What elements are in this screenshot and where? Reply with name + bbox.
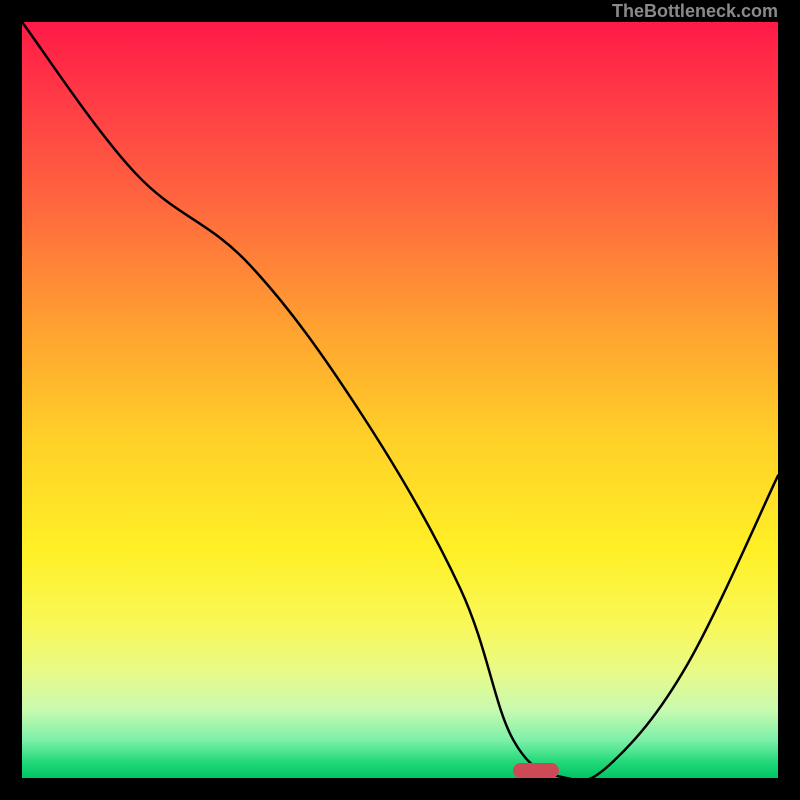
gradient-background xyxy=(22,22,778,778)
plot-area xyxy=(22,22,778,778)
optimum-marker xyxy=(513,763,558,778)
chart-frame: TheBottleneck.com xyxy=(0,0,800,800)
watermark-text: TheBottleneck.com xyxy=(612,0,778,22)
